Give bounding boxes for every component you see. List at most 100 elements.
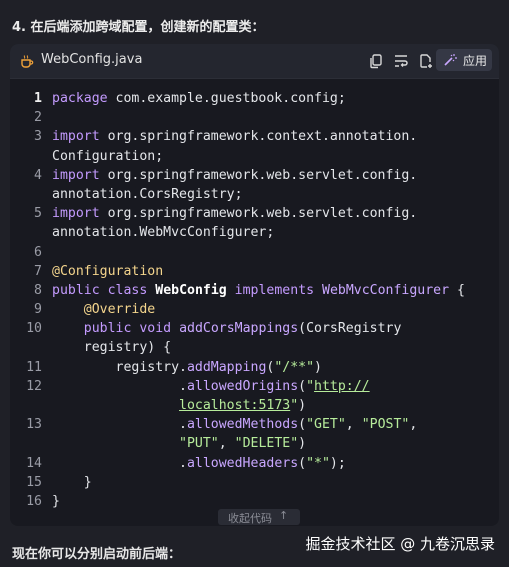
code-token: public: [52, 282, 100, 298]
code-token: implements: [234, 282, 315, 298]
code-token: org.springframework.context.annotation.: [99, 129, 418, 145]
code-token: allowedOrigins: [186, 378, 299, 394]
code-token: addCorsMappings: [179, 321, 299, 337]
code-text: registry) {: [52, 338, 171, 357]
code-text: Configuration;: [52, 147, 163, 166]
code-token: ,: [345, 417, 362, 433]
code-line: 9 @Override: [10, 300, 499, 319]
code-token: registry) {: [52, 340, 172, 356]
code-token: ): [298, 398, 307, 413]
code-token: .: [52, 417, 187, 433]
line-number: 11: [26, 359, 42, 375]
code-text: @Configuration: [52, 262, 163, 281]
code-text: .allowedOrigins("http://: [52, 377, 370, 396]
code-text: localhost:5173"): [52, 396, 306, 415]
watermark: 掘金技术社区 @ 九卷沉思录: [305, 535, 495, 553]
code-text: public void addCorsMappings(CorsRegistry: [52, 319, 402, 338]
apply-button[interactable]: 应用: [436, 49, 492, 71]
code-token: http://: [314, 378, 370, 394]
collapse-label: 收起代码: [228, 512, 272, 525]
code-token: "/**": [274, 359, 315, 375]
magic-wand-icon: [444, 54, 457, 66]
code-line: 7 @Configuration: [10, 262, 499, 281]
code-text: annotation.CorsRegistry;: [52, 185, 243, 204]
line-number: 4: [34, 167, 42, 183]
code-token: Configuration;: [52, 148, 164, 164]
code-token: }: [52, 493, 60, 509]
code-token: ,: [218, 436, 235, 452]
code-token: .: [52, 378, 187, 394]
code-token: public: [83, 321, 132, 337]
code-token: ": [290, 398, 299, 413]
code-token: ": [306, 378, 315, 394]
line-number: 8: [34, 282, 42, 298]
line-number: 1: [34, 91, 42, 106]
code-token: (: [298, 417, 307, 433]
code-token: "*": [306, 455, 330, 471]
code-token: ): [314, 359, 322, 375]
code-text: public class WebConfig implements WebMvc…: [52, 281, 465, 300]
code-token: package: [52, 91, 108, 106]
collapse-bar: 收起代码 ↑: [10, 508, 499, 526]
line-number: 5: [34, 206, 42, 222]
code-line: 6: [10, 243, 499, 262]
code-token: annotation.CorsRegistry;: [52, 186, 243, 202]
code-line: 12 .allowedOrigins("http://: [10, 377, 499, 396]
java-file-icon: [21, 55, 34, 68]
code-text: annotation.WebMvcConfigurer;: [52, 223, 274, 242]
code-token: import: [52, 167, 100, 183]
code-token: registry.: [52, 359, 187, 375]
code-token: ): [298, 436, 307, 452]
code-token: "PUT": [179, 436, 219, 452]
file-name: WebConfig.java: [41, 52, 143, 67]
wrap-lines-icon[interactable]: [393, 53, 409, 69]
line-number: 15: [26, 474, 42, 490]
code-token: void: [139, 321, 172, 337]
code-body: 1 package com.example.guestbook.config; 2 3…: [10, 89, 499, 511]
code-token: WebMvcConfigurer: [322, 282, 450, 298]
code-text: import org.springframework.web.servlet.c…: [52, 204, 417, 223]
code-token: );: [329, 455, 346, 471]
instruction-text: 现在你可以分别启动前后端：: [12, 547, 182, 562]
step-heading: 4. 在后端添加跨域配置，创建新的配置类：: [12, 20, 265, 35]
line-number: 2: [34, 110, 42, 126]
code-text: package com.example.guestbook.config;: [52, 89, 346, 108]
code-token: "DELETE": [234, 436, 299, 452]
code-line: 4 import org.springframework.web.servlet.…: [10, 166, 499, 185]
copy-icon[interactable]: [368, 53, 384, 69]
line-number: 14: [26, 455, 42, 471]
code-line: 15 }: [10, 473, 499, 492]
code-line: 8 public class WebConfig implements WebMv…: [10, 281, 499, 300]
code-token: {: [449, 282, 465, 298]
code-token: .: [52, 455, 187, 471]
code-text: "PUT", "DELETE"): [52, 434, 306, 453]
collapse-code-button[interactable]: 收起代码 ↑: [218, 509, 300, 525]
code-token: class: [107, 282, 148, 298]
code-token: allowedMethods: [186, 417, 299, 433]
code-line: localhost:5173"): [10, 396, 499, 415]
line-number: 6: [34, 244, 42, 260]
line-number: 12: [26, 378, 42, 394]
code-token: import: [52, 129, 100, 145]
code-token: "GET": [306, 417, 346, 433]
new-file-icon[interactable]: [418, 53, 434, 69]
code-line: annotation.CorsRegistry;: [10, 185, 499, 204]
code-line: 13 .allowedMethods("GET", "POST",: [10, 415, 499, 434]
arrow-up-icon: ↑: [279, 509, 289, 522]
code-text: .allowedMethods("GET", "POST",: [52, 415, 417, 434]
code-line: 5 import org.springframework.web.servlet.…: [10, 204, 499, 223]
code-header: WebConfig.java 应用: [10, 44, 499, 79]
code-token: (: [298, 378, 307, 394]
code-text: @Override: [52, 300, 155, 319]
code-text: }: [52, 473, 92, 492]
apply-label: 应用: [463, 54, 488, 68]
code-line: 10 public void addCorsMappings(CorsRegis…: [10, 319, 499, 338]
code-token: localhost:5173: [179, 398, 291, 413]
code-token: @Override: [83, 302, 156, 318]
